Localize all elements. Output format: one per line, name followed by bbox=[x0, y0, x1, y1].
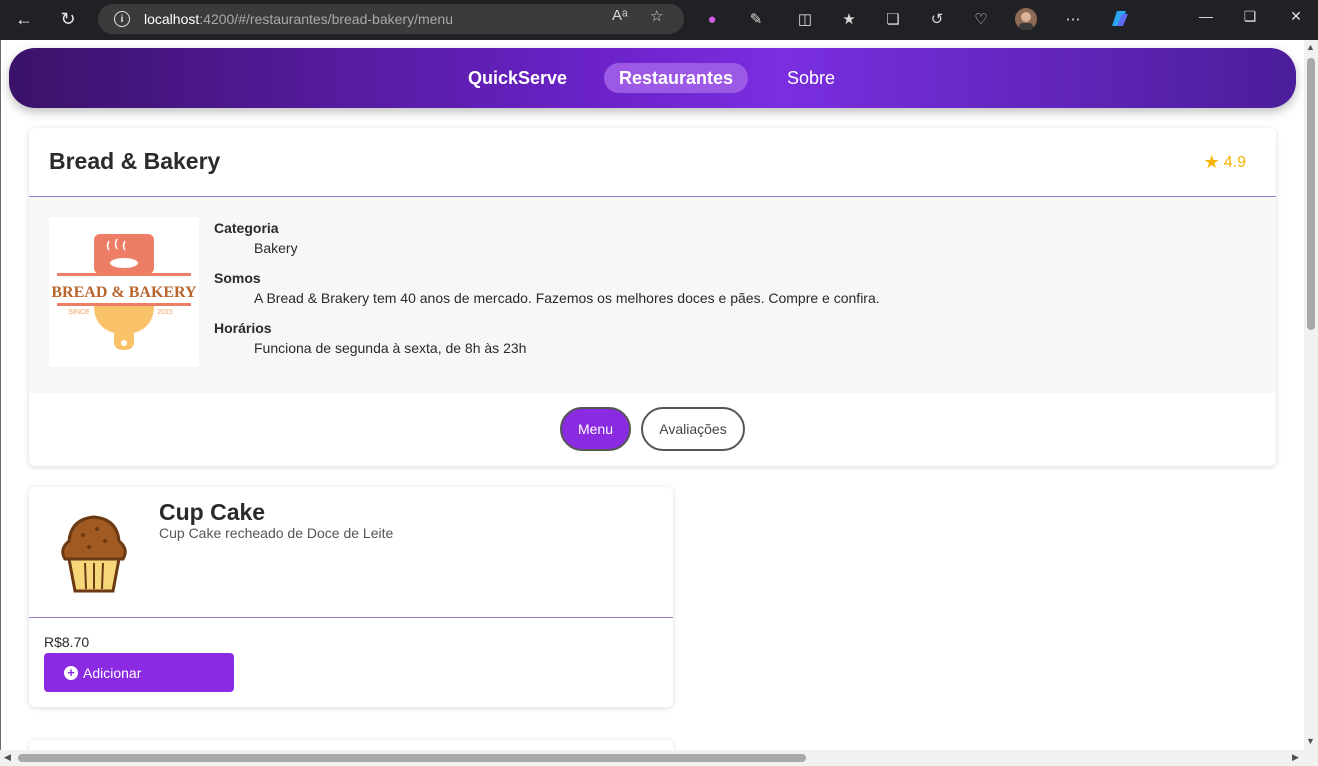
logo-since: SINCE bbox=[68, 309, 90, 316]
extension-drop-icon[interactable]: ● bbox=[701, 8, 723, 30]
info-value-somos: A Bread & Brakery tem 40 anos de mercado… bbox=[254, 290, 880, 306]
reload-icon[interactable]: ↻ bbox=[52, 3, 84, 35]
scroll-left-icon[interactable]: ◀ bbox=[4, 752, 11, 763]
back-icon[interactable]: ← bbox=[8, 3, 40, 35]
info-label-categoria: Categoria bbox=[214, 220, 279, 236]
scroll-down-icon[interactable]: ▼ bbox=[1306, 736, 1315, 746]
restaurant-logo: BREAD & BAKERY SINCE 2015 bbox=[49, 217, 199, 367]
logo-year: 2015 bbox=[157, 309, 173, 316]
more-options-icon[interactable]: ⋯ bbox=[1062, 8, 1084, 30]
nav-brand-link[interactable]: QuickServe bbox=[453, 63, 582, 93]
item-price: R$8.70 bbox=[44, 634, 90, 650]
top-navbar: QuickServe Restaurantes Sobre bbox=[9, 48, 1296, 108]
nav-link-sobre[interactable]: Sobre bbox=[772, 63, 850, 93]
restaurant-name: Bread & Bakery bbox=[49, 148, 221, 174]
close-icon[interactable]: ✕ bbox=[1285, 8, 1307, 25]
read-aloud-icon[interactable]: Aᵃ bbox=[612, 7, 628, 24]
item-description: Cup Cake recheado de Doce de Leite bbox=[159, 525, 394, 541]
restaurant-tabs: Menu Avaliações bbox=[560, 407, 745, 451]
minimize-icon[interactable]: — bbox=[1195, 8, 1217, 24]
tab-menu[interactable]: Menu bbox=[560, 407, 631, 451]
cupcake-image bbox=[61, 515, 127, 593]
restaurant-rating: ★ 4.9 bbox=[1204, 152, 1246, 173]
menu-item-card-next bbox=[29, 740, 673, 750]
scroll-up-icon[interactable]: ▲ bbox=[1306, 42, 1315, 52]
copilot-icon[interactable] bbox=[1108, 8, 1130, 30]
restaurant-card: Bread & Bakery ★ 4.9 BREAD & BAKERY SINC… bbox=[29, 128, 1276, 466]
logo-top-text: BREAD & BAKERY bbox=[51, 284, 197, 301]
info-value-horarios: Funciona de segunda à sexta, de 8h às 23… bbox=[254, 340, 527, 356]
info-label-horarios: Horários bbox=[214, 320, 272, 336]
menu-item-card: Cup Cake Cup Cake recheado de Doce de Le… bbox=[29, 487, 673, 707]
favorite-star-icon[interactable]: ☆ bbox=[650, 7, 663, 25]
info-label-somos: Somos bbox=[214, 270, 261, 286]
horizontal-scroll-thumb[interactable] bbox=[18, 754, 806, 762]
url-host: localhost bbox=[144, 11, 200, 27]
url-path: :4200/#/restaurantes/bread-bakery/menu bbox=[199, 11, 453, 27]
extensions-icon[interactable]: ✎ bbox=[745, 8, 767, 30]
add-button-label: Adicionar bbox=[83, 664, 142, 681]
restaurant-details: BREAD & BAKERY SINCE 2015 Categoria Bake… bbox=[29, 197, 1276, 393]
tab-avaliacoes[interactable]: Avaliações bbox=[641, 407, 745, 451]
info-value-categoria: Bakery bbox=[254, 240, 298, 256]
horizontal-scrollbar[interactable]: ◀ ▶ bbox=[0, 750, 1318, 766]
page-content: QuickServe Restaurantes Sobre Bread & Ba… bbox=[1, 40, 1304, 750]
vertical-scroll-thumb[interactable] bbox=[1307, 58, 1315, 330]
split-screen-icon[interactable]: ◫ bbox=[794, 8, 816, 30]
site-info-icon[interactable]: i bbox=[114, 11, 130, 27]
nav-link-restaurantes[interactable]: Restaurantes bbox=[604, 63, 749, 93]
restore-icon[interactable]: ❏ bbox=[1239, 8, 1261, 25]
plus-circle-icon: + bbox=[64, 665, 78, 680]
browser-toolbar: ← ↻ i localhost:4200/#/restaurantes/brea… bbox=[0, 0, 1318, 40]
star-icon: ★ bbox=[1203, 152, 1220, 172]
divider bbox=[29, 617, 673, 618]
scroll-right-icon[interactable]: ▶ bbox=[1292, 752, 1299, 763]
address-bar[interactable]: i localhost:4200/#/restaurantes/bread-ba… bbox=[98, 4, 684, 34]
rating-value: 4.9 bbox=[1223, 153, 1246, 171]
item-name: Cup Cake bbox=[159, 499, 266, 525]
vertical-scrollbar[interactable]: ▲ ▼ bbox=[1304, 40, 1318, 750]
profile-avatar[interactable] bbox=[1015, 8, 1037, 30]
history-icon[interactable]: ↺ bbox=[926, 8, 948, 30]
restaurant-info: Categoria Bakery Somos A Bread & Brakery… bbox=[214, 218, 880, 368]
collections-icon[interactable]: ❏ bbox=[882, 8, 904, 30]
add-to-cart-button[interactable]: + Adicionar bbox=[44, 653, 234, 692]
browser-essentials-icon[interactable]: ♡ bbox=[970, 8, 992, 30]
favorites-icon[interactable]: ★ bbox=[838, 8, 860, 30]
